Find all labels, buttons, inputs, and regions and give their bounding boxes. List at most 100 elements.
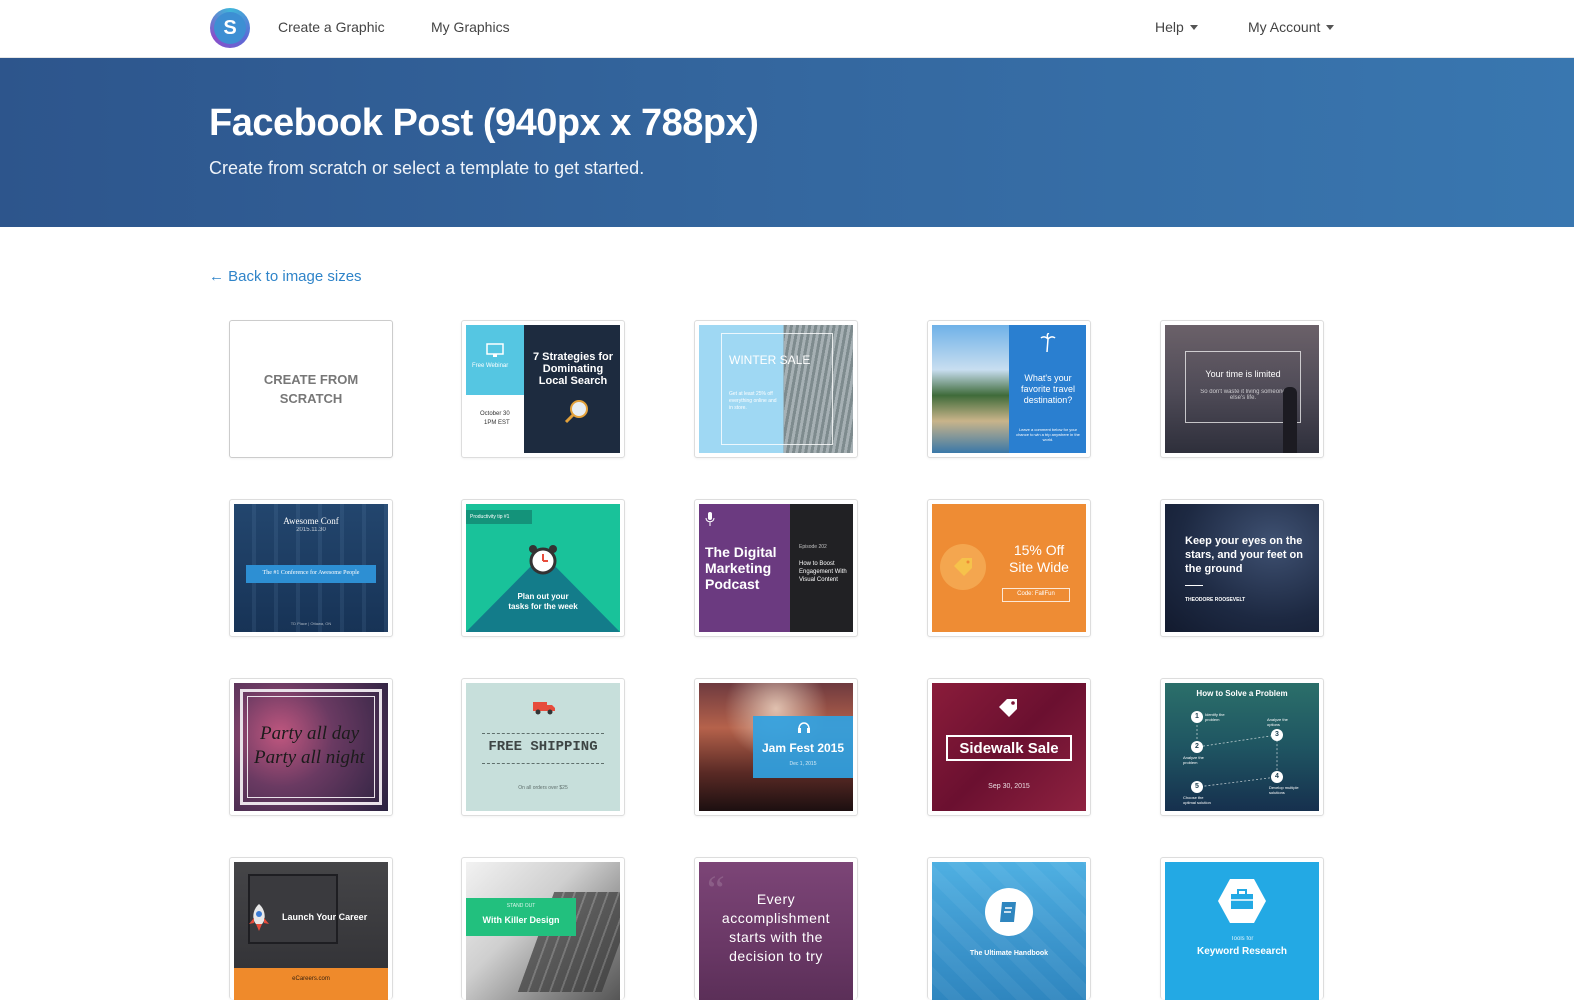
party-line1: Party all day [260, 723, 360, 744]
step-2-badge: 2 [1191, 741, 1203, 753]
tag-icon [954, 558, 972, 576]
template-thumb: Free Webinar October 30 1PM EST 7 Strate… [466, 325, 620, 453]
template-card-solve-problem[interactable]: How to Solve a Problem 1 Identify the pr… [1160, 678, 1324, 816]
template-card-productivity[interactable]: Productivity tip #1 Plan out your tasks … [461, 499, 625, 637]
time-limited-title: Your time is limited [1205, 369, 1281, 379]
template-thumb: Awesome Conf 2015.11.30 The #1 Conferenc… [234, 504, 388, 632]
template-thumb: How to Solve a Problem 1 Identify the pr… [1165, 683, 1319, 811]
template-thumb: What's your favorite travel destination?… [932, 325, 1086, 453]
template-card-site-wide[interactable]: 15% Off Site Wide Code: FallFun [927, 499, 1091, 637]
template-thumb: “ Every accomplishment starts with the d… [699, 862, 853, 1000]
productivity-badge: Productivity tip #1 [470, 514, 510, 520]
template-thumb: WINTER SALE Get at least 25% off everyth… [699, 325, 853, 453]
site-wide-code: Code: FallFun [1017, 591, 1055, 597]
nav-create-graphic[interactable]: Create a Graphic [278, 19, 385, 35]
rocket-icon [249, 904, 269, 931]
travel-body: Leave a comment below for your chance to… [1016, 427, 1080, 442]
template-thumb: The Ultimate Handbook [932, 862, 1086, 1000]
alarm-clock-icon [529, 545, 557, 575]
template-thumb: Party all day Party all night [234, 683, 388, 811]
party-line2: Party all night [254, 747, 365, 768]
hero-banner: Facebook Post (940px x 788px) Create fro… [0, 58, 1574, 227]
template-card-jam-fest[interactable]: Jam Fest 2015 Dec 1, 2015 [694, 678, 858, 816]
monitor-icon [486, 343, 504, 357]
step-3-badge: 3 [1271, 729, 1283, 741]
page-subtitle: Create from scratch or select a template… [209, 158, 645, 178]
template-card-free-shipping[interactable]: FREE SHIPPING On all orders over $25 [461, 678, 625, 816]
webinar-title: 7 Strategies for Dominating Local Search [532, 351, 614, 387]
jam-fest-title: Jam Fest 2015 [761, 741, 845, 755]
template-card-handbook[interactable]: The Ultimate Handbook [927, 857, 1091, 1000]
jam-fest-date: Dec 1, 2015 [789, 761, 817, 767]
launch-career-title: Launch Your Career [282, 912, 368, 922]
podcast-body: How to Boost Engagement With Visual Cont… [799, 561, 847, 583]
sidewalk-sale-title: Sidewalk Sale [959, 740, 1059, 757]
conf-date: 2015.11.30 [296, 527, 326, 533]
template-card-accomplishment[interactable]: “ Every accomplishment starts with the d… [694, 857, 858, 1000]
step-5-badge: 5 [1191, 781, 1203, 793]
template-card-podcast[interactable]: The Digital Marketing Podcast Episode 20… [694, 499, 858, 637]
template-card-webinar[interactable]: Free Webinar October 30 1PM EST 7 Strate… [461, 320, 625, 458]
nav-my-graphics[interactable]: My Graphics [431, 19, 510, 35]
template-card-conference[interactable]: Awesome Conf 2015.11.30 The #1 Conferenc… [229, 499, 393, 637]
template-card-stars-quote[interactable]: Keep your eyes on the stars, and your fe… [1160, 499, 1324, 637]
template-card-travel[interactable]: What's your favorite travel destination?… [927, 320, 1091, 458]
page-title: Facebook Post (940px x 788px) [209, 102, 759, 144]
nav-account-menu[interactable]: My Account [1248, 19, 1335, 35]
book-icon [1000, 902, 1016, 922]
template-card-winter-sale[interactable]: WINTER SALE Get at least 25% off everyth… [694, 320, 858, 458]
template-card-time-limited[interactable]: Your time is limited So don't waste it l… [1160, 320, 1324, 458]
podcast-episode: Episode 202 [799, 544, 827, 550]
winter-sale-title: WINTER SALE [729, 353, 811, 367]
nav-help-menu[interactable]: Help [1155, 19, 1198, 35]
top-nav: S Create a Graphic My Graphics Help My A… [0, 0, 1574, 58]
template-thumb: FREE SHIPPING On all orders over $25 [466, 683, 620, 811]
template-thumb: 15% Off Site Wide Code: FallFun [932, 504, 1086, 632]
template-card-killer-design[interactable]: STAND OUT With Killer Design [461, 857, 625, 1000]
scratch-label: CREATE FROM SCRATCH [234, 325, 388, 453]
palm-tree-icon [1040, 333, 1056, 353]
conf-place: TD Place | Ottawa, ON [290, 621, 332, 626]
template-thumb: The Digital Marketing Podcast Episode 20… [699, 504, 853, 632]
create-from-scratch-card[interactable]: CREATE FROM SCRATCH [229, 320, 393, 458]
step-2-label: Analyze the problem [1183, 755, 1204, 765]
podcast-title: The Digital Marketing Podcast [705, 544, 777, 592]
webinar-date: October 30 [480, 411, 510, 417]
truck-icon [533, 702, 555, 715]
conf-banner: The #1 Conference for Awesome People [262, 570, 360, 576]
template-thumb: Your time is limited So don't waste it l… [1165, 325, 1319, 453]
template-card-launch-career[interactable]: Launch Your Career eCareers.com [229, 857, 393, 1000]
caret-down-icon [1189, 25, 1198, 30]
step-1-badge: 1 [1191, 711, 1203, 723]
back-to-image-sizes-link[interactable]: ← Back to image sizes [209, 268, 362, 285]
logo-letter: S [214, 12, 246, 44]
stars-quote-author: THEODORE ROOSEVELT [1185, 597, 1246, 603]
template-thumb: Jam Fest 2015 Dec 1, 2015 [699, 683, 853, 811]
keyword-research-title: Keyword Research [1196, 946, 1288, 957]
caret-down-icon [1326, 25, 1335, 30]
template-card-party[interactable]: Party all day Party all night [229, 678, 393, 816]
launch-career-brand: eCareers.com [292, 976, 330, 982]
killer-design-title: With Killer Design [482, 915, 560, 925]
template-thumb: STAND OUT With Killer Design [466, 862, 620, 1000]
app-logo[interactable]: S [210, 8, 250, 48]
step-4-badge: 4 [1271, 771, 1283, 783]
toolbox-icon [1218, 879, 1266, 923]
site-wide-title: 15% Off Site Wide [1009, 542, 1069, 575]
template-card-sidewalk-sale[interactable]: Sidewalk Sale Sep 30, 2015 [927, 678, 1091, 816]
webinar-time: 1PM EST [484, 420, 510, 426]
keyword-research-kicker: Tools for [1230, 936, 1254, 942]
productivity-title: Plan out your tasks for the week [508, 592, 578, 611]
step-4-label: Develop multiple solutions [1269, 785, 1299, 795]
template-thumb: Keep your eyes on the stars, and your fe… [1165, 504, 1319, 632]
conf-title: Awesome Conf [283, 516, 339, 526]
template-thumb: Launch Your Career eCareers.com [234, 862, 388, 1000]
template-card-keyword-research[interactable]: Tools for Keyword Research [1160, 857, 1324, 1000]
webinar-badge: Free Webinar [472, 363, 509, 369]
step-3-label: Analyze the options [1267, 717, 1288, 727]
time-limited-body: So don't waste it living someone else's … [1200, 389, 1286, 401]
tag-icon [999, 699, 1017, 717]
headphones-icon [798, 722, 810, 733]
microphone-icon [705, 512, 715, 526]
nav-help-label: Help [1155, 19, 1184, 35]
